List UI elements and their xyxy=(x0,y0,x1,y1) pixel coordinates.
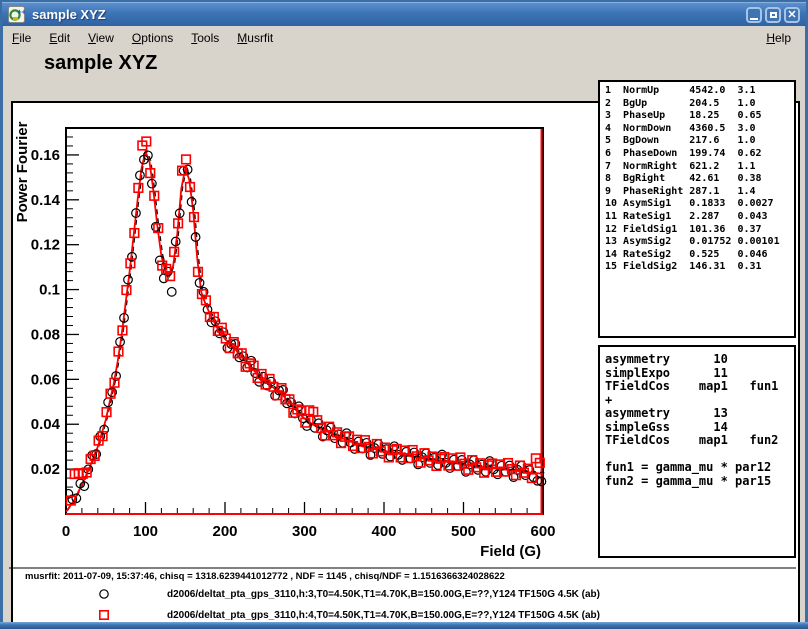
svg-text:0.1: 0.1 xyxy=(39,282,60,299)
svg-text:200: 200 xyxy=(212,523,237,540)
svg-text:0.12: 0.12 xyxy=(31,237,60,254)
svg-text:300: 300 xyxy=(292,523,317,540)
svg-text:600: 600 xyxy=(530,523,555,540)
parameter-table: 1 NormUp 4542.0 3.1 2 BgUp 204.5 1.0 3 P… xyxy=(605,85,794,274)
theory-text: asymmetry 10 simplExpo 11 TFieldCos map1… xyxy=(605,353,794,488)
svg-text:0.02: 0.02 xyxy=(31,461,60,478)
svg-text:0.04: 0.04 xyxy=(31,416,61,433)
svg-text:0.06: 0.06 xyxy=(31,371,60,388)
svg-text:Field (G): Field (G) xyxy=(480,543,541,560)
fit-status-line: musrfit: 2011-07-09, 15:37:46, chisq = 1… xyxy=(25,571,505,582)
svg-text:0.08: 0.08 xyxy=(31,326,60,343)
svg-text:0.14: 0.14 xyxy=(31,192,61,209)
plot-title: sample XYZ xyxy=(44,52,157,75)
legend-label: d2006/deltat_pta_gps_3110,h:4,T0=4.50K,T… xyxy=(167,610,600,621)
svg-text:500: 500 xyxy=(451,523,476,540)
theory-panel: asymmetry 10 simplExpo 11 TFieldCos map1… xyxy=(598,345,796,558)
parameter-panel: 1 NormUp 4542.0 3.1 2 BgUp 204.5 1.0 3 P… xyxy=(598,80,796,338)
svg-text:Power Fourier: Power Fourier xyxy=(14,121,31,222)
legend-entry-h3: d2006/deltat_pta_gps_3110,h:3,T0=4.50K,T… xyxy=(96,586,600,602)
legend-entry-h4: d2006/deltat_pta_gps_3110,h:4,T0=4.50K,T… xyxy=(96,607,600,623)
svg-text:0.16: 0.16 xyxy=(31,147,60,164)
circle-marker-icon xyxy=(96,588,112,600)
legend-label: d2006/deltat_pta_gps_3110,h:3,T0=4.50K,T… xyxy=(167,589,600,600)
square-marker-icon xyxy=(96,609,112,621)
svg-text:100: 100 xyxy=(133,523,158,540)
application-window: ++ sample XYZ ✕ File Edit View Options T… xyxy=(0,0,808,629)
svg-text:400: 400 xyxy=(371,523,396,540)
window-bottom-border xyxy=(0,622,808,629)
svg-text:0: 0 xyxy=(62,523,70,540)
